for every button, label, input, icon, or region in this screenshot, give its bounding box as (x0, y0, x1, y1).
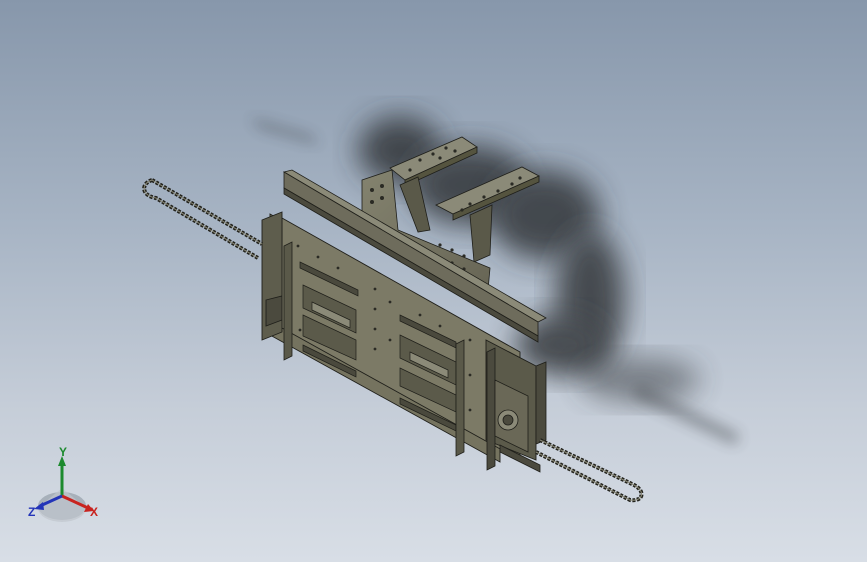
y-axis-label: Y (59, 445, 68, 459)
z-axis-label: Z (28, 505, 36, 519)
model-view[interactable] (0, 0, 867, 562)
orientation-triad[interactable]: Y X Z (26, 446, 106, 526)
x-axis-label: X (90, 505, 99, 519)
graphics-viewport[interactable]: Y X Z (0, 0, 867, 562)
